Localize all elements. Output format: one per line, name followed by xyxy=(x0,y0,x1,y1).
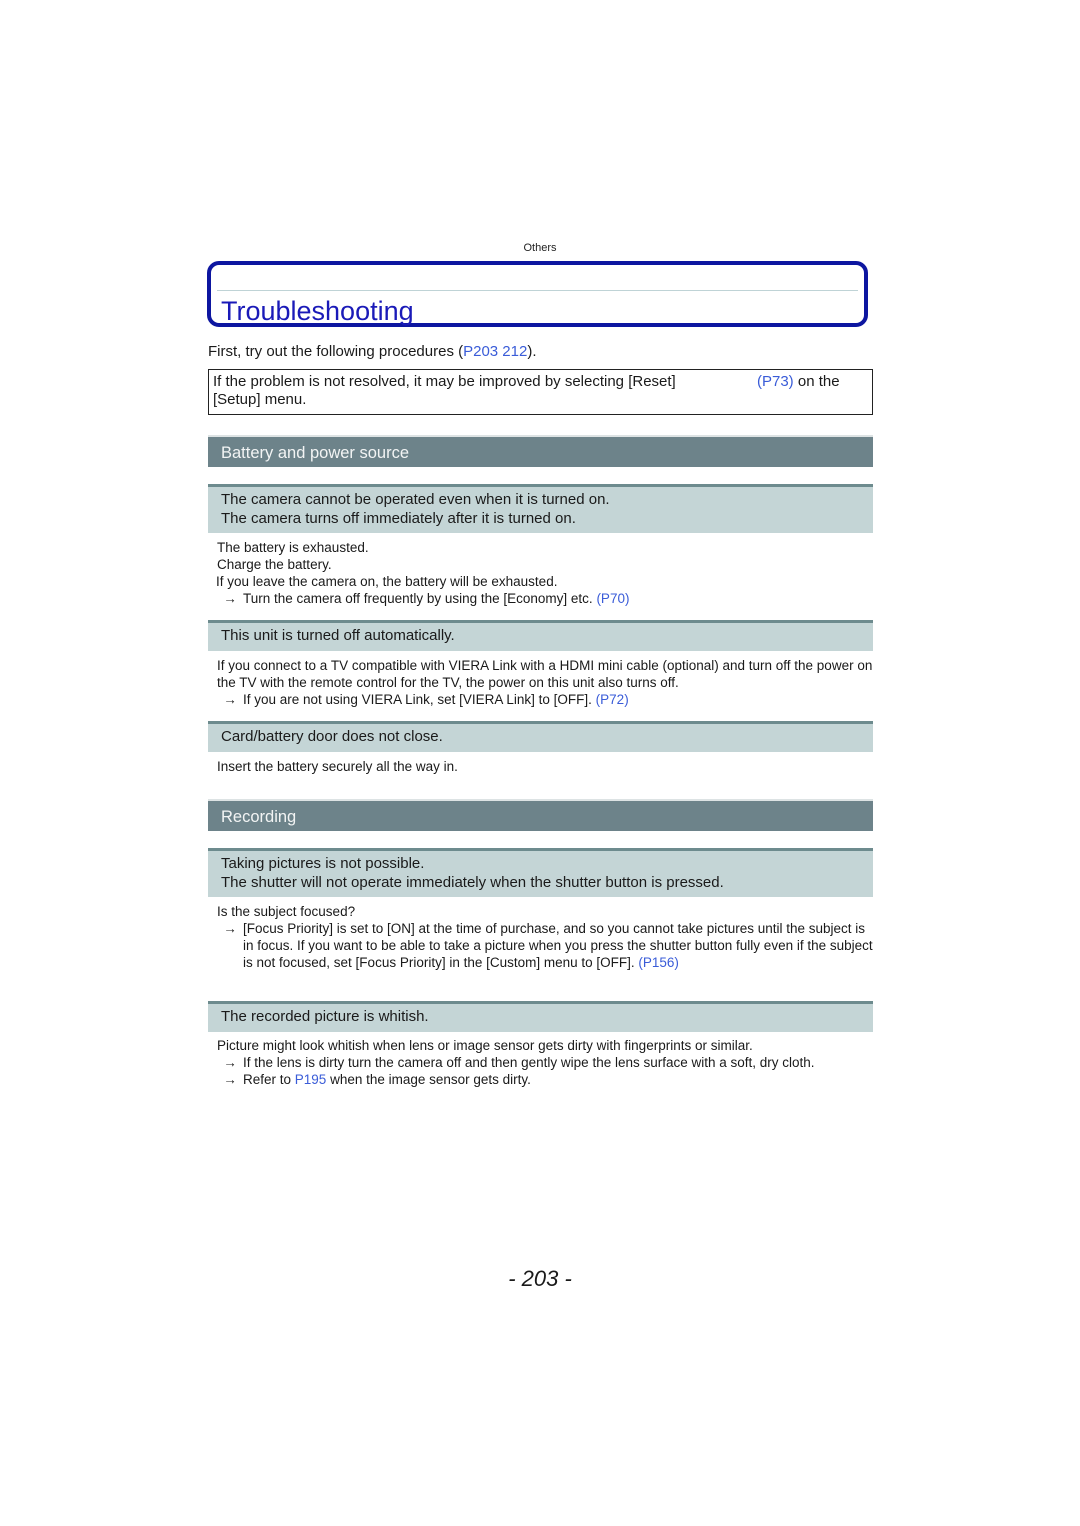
answer-line: If you leave the camera on, the battery … xyxy=(216,574,558,589)
question-line: The shutter will not operate immediately… xyxy=(221,874,724,891)
arrow-line: → [Focus Priority] is set to [ON] at the … xyxy=(217,920,873,971)
arrow-text: Refer to xyxy=(243,1072,295,1087)
arrow-icon: → xyxy=(223,921,237,936)
answer-line: Is the subject focused? xyxy=(217,904,356,919)
answer-block: Is the subject focused? → [Focus Priority… xyxy=(217,903,873,971)
arrow-text: If the lens is dirty turn the camera off… xyxy=(243,1055,815,1070)
arrow-icon: → xyxy=(223,1055,237,1070)
note-after-link: on the xyxy=(793,373,840,390)
arrow-text: Turn the camera off frequently by using … xyxy=(243,591,597,606)
question-line: The recorded picture is whitish. xyxy=(221,1008,429,1025)
question-box: The camera cannot be operated even when … xyxy=(208,484,873,533)
arrow-text: when the image sensor gets dirty. xyxy=(326,1072,531,1087)
question-box: Taking pictures is not possible. The shu… xyxy=(208,848,873,897)
page-number: - 203 - xyxy=(508,1266,572,1291)
arrow-line: → Refer to P195 when the image sensor get… xyxy=(217,1071,873,1088)
page-link[interactable]: (P70) xyxy=(596,591,629,606)
answer-line: Insert the battery securely all the way … xyxy=(217,759,458,774)
question-line: The camera cannot be operated even when … xyxy=(221,491,610,508)
note-box: If the problem is not resolved, it may b… xyxy=(208,369,873,415)
arrow-line: → Turn the camera off frequently by using… xyxy=(217,590,873,607)
arrow-line: → If the lens is dirty turn the camera of… xyxy=(217,1054,873,1071)
section-label: Others xyxy=(523,242,557,254)
question-box: Card/battery door does not close. xyxy=(208,721,873,752)
title-rule xyxy=(217,290,858,291)
arrow-icon: → xyxy=(223,692,237,707)
category-header-recording: Recording xyxy=(208,799,873,831)
page-link[interactable]: P195 xyxy=(295,1072,327,1087)
intro-end: ). xyxy=(527,343,537,360)
answer-block: The battery is exhausted. Charge the bat… xyxy=(216,539,873,607)
arrow-icon: → xyxy=(223,1072,237,1087)
page-link[interactable]: (P156) xyxy=(638,955,679,970)
answer-line: Charge the battery. xyxy=(217,557,332,572)
note-line1: If the problem is not resolved, it may b… xyxy=(213,373,676,390)
title-box: Troubleshooting xyxy=(207,261,868,327)
answer-line: Picture might look whitish when lens or … xyxy=(217,1038,753,1053)
question-line: The camera turns off immediately after i… xyxy=(221,510,576,527)
arrow-line: → If you are not using VIERA Link, set [V… xyxy=(217,691,873,708)
answer-line: The battery is exhausted. xyxy=(217,540,369,555)
answer-block: Picture might look whitish when lens or … xyxy=(217,1037,873,1088)
question-box: This unit is turned off automatically. xyxy=(208,620,873,651)
question-line: This unit is turned off automatically. xyxy=(221,627,455,644)
arrow-icon: → xyxy=(223,591,237,606)
note-page-link[interactable]: (P73) xyxy=(757,373,794,390)
intro-page-link[interactable]: P203 212 xyxy=(463,343,527,360)
intro-text: First, try out the following procedures … xyxy=(208,343,537,360)
answer-block: Insert the battery securely all the way … xyxy=(217,758,873,775)
page-link[interactable]: (P72) xyxy=(596,692,629,707)
answer-block: If you connect to a TV compatible with V… xyxy=(217,657,873,708)
intro-label: First, try out the following procedures … xyxy=(208,343,464,360)
question-line: Card/battery door does not close. xyxy=(221,728,443,745)
arrow-text: [Focus Priority] is set to [ON] at the t… xyxy=(243,921,873,970)
answer-line: If you connect to a TV compatible with V… xyxy=(217,658,873,690)
page-title: Troubleshooting xyxy=(221,296,414,326)
question-box: The recorded picture is whitish. xyxy=(208,1001,873,1032)
question-line: Taking pictures is not possible. xyxy=(221,855,425,872)
arrow-text: If you are not using VIERA Link, set [VI… xyxy=(243,692,596,707)
note-line2: [Setup] menu. xyxy=(213,391,307,408)
category-header-battery: Battery and power source xyxy=(208,435,873,467)
